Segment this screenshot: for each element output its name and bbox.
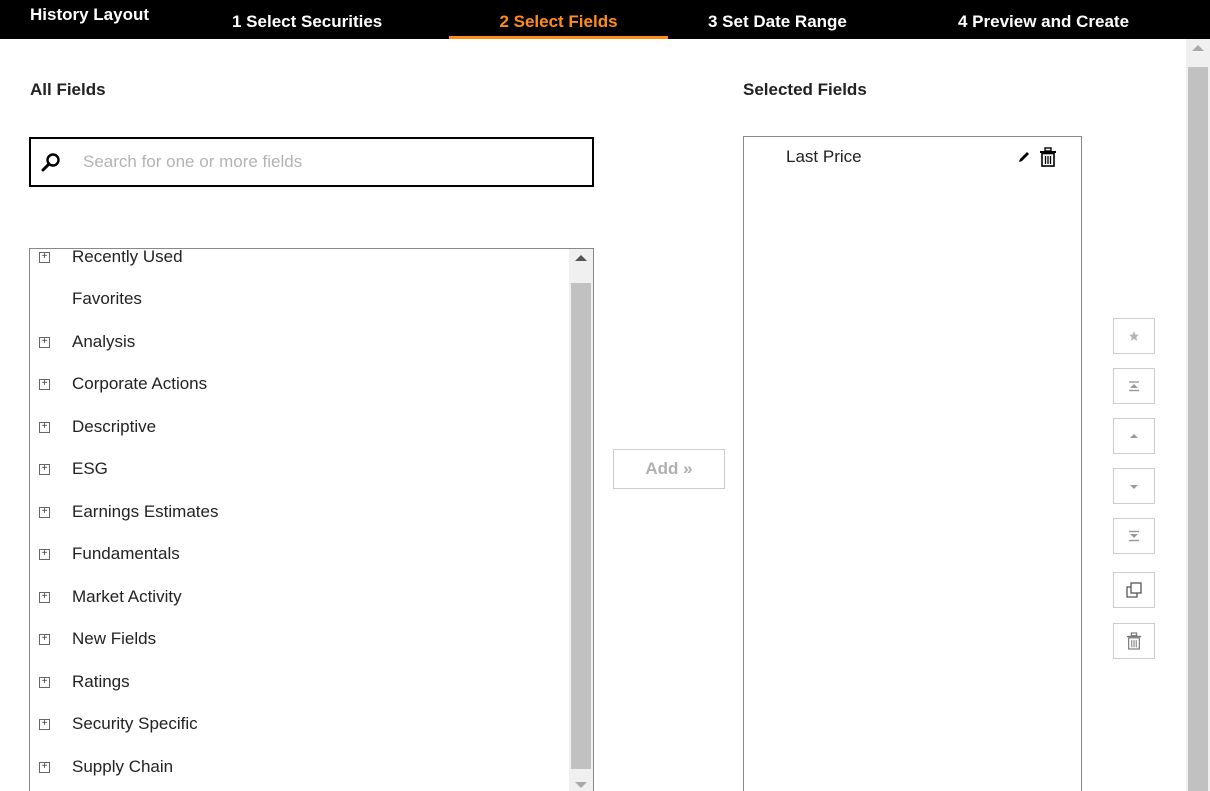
delete-button[interactable]: [1113, 623, 1155, 659]
tree-item-favorites[interactable]: Favorites: [30, 289, 570, 333]
expand-icon[interactable]: +: [39, 252, 50, 263]
star-icon: [1129, 331, 1139, 341]
duplicate-icon: [1126, 582, 1142, 598]
step-select-securities[interactable]: 1 Select Securities: [232, 0, 382, 39]
tree-item-recently-used[interactable]: + Recently Used: [30, 249, 570, 291]
tree-item-label: Descriptive: [72, 417, 157, 436]
selected-fields-heading: Selected Fields: [743, 80, 867, 99]
tree-scrollbar-thumb[interactable]: [571, 283, 591, 769]
layout-title: History Layout: [30, 5, 150, 24]
move-up-button[interactable]: [1113, 418, 1155, 454]
scroll-up-arrow-icon[interactable]: [1192, 45, 1204, 51]
tree-item-corporate-actions[interactable]: + Corporate Actions: [30, 374, 570, 418]
field-search-box: [29, 137, 594, 187]
tree-item-label: Analysis: [72, 332, 136, 351]
move-down-icon: [1130, 485, 1138, 489]
tree-item-label: Favorites: [72, 289, 142, 308]
tree-item-esg[interactable]: + ESG: [30, 459, 570, 503]
step-preview-and-create[interactable]: 4 Preview and Create: [958, 0, 1129, 39]
selected-field-label: Last Price: [786, 147, 862, 166]
add-button[interactable]: Add »: [613, 449, 725, 489]
all-fields-heading: All Fields: [30, 80, 106, 99]
selected-fields-list: Last Price: [743, 136, 1082, 791]
tree-item-ratings[interactable]: + Ratings: [30, 672, 570, 716]
move-to-top-icon: [1129, 381, 1139, 392]
tree-item-analysis[interactable]: + Analysis: [30, 332, 570, 376]
expand-icon[interactable]: +: [39, 464, 50, 475]
tree-item-label: Earnings Estimates: [72, 502, 219, 521]
all-fields-tree: + Recently Used Favorites + Analysis + C…: [29, 248, 594, 791]
scroll-down-arrow-icon[interactable]: [575, 782, 587, 788]
move-to-top-button[interactable]: [1113, 368, 1155, 404]
pencil-icon[interactable]: [1016, 149, 1032, 165]
favorite-button[interactable]: [1113, 318, 1155, 354]
scroll-up-arrow-icon[interactable]: [575, 255, 587, 261]
trash-icon: [1126, 632, 1142, 650]
selected-field-item[interactable]: Last Price: [744, 147, 1081, 173]
tree-scrollbar[interactable]: [569, 249, 593, 791]
page-scrollbar-thumb[interactable]: [1188, 67, 1208, 791]
tree-item-descriptive[interactable]: + Descriptive: [30, 417, 570, 461]
tree-item-supply-chain[interactable]: + Supply Chain: [30, 757, 570, 791]
tree-item-market-activity[interactable]: + Market Activity: [30, 587, 570, 631]
expand-icon[interactable]: +: [39, 677, 50, 688]
search-input[interactable]: [83, 149, 583, 175]
expand-icon[interactable]: +: [39, 422, 50, 433]
move-to-bottom-icon: [1129, 530, 1139, 542]
search-icon: [41, 153, 60, 172]
expand-icon[interactable]: +: [39, 379, 50, 390]
step-set-date-range[interactable]: 3 Set Date Range: [708, 0, 847, 39]
move-up-icon: [1130, 434, 1138, 438]
trash-icon[interactable]: [1039, 147, 1057, 167]
expand-icon[interactable]: +: [39, 719, 50, 730]
tree-item-new-fields[interactable]: + New Fields: [30, 629, 570, 673]
tree-item-label: Corporate Actions: [72, 374, 208, 393]
move-down-button[interactable]: [1113, 468, 1155, 504]
expand-icon[interactable]: +: [39, 634, 50, 645]
expand-icon[interactable]: +: [39, 549, 50, 560]
step-select-fields[interactable]: 2 Select Fields: [449, 0, 668, 39]
tree-item-label: Security Specific: [72, 714, 198, 733]
tree-item-label: Ratings: [72, 672, 130, 691]
tree-item-label: Fundamentals: [72, 544, 180, 563]
tree-item-label: Market Activity: [72, 587, 182, 606]
tree-item-label: New Fields: [72, 629, 157, 648]
move-to-bottom-button[interactable]: [1113, 518, 1155, 554]
tree-item-label: Supply Chain: [72, 757, 174, 776]
tree-item-fundamentals[interactable]: + Fundamentals: [30, 544, 570, 588]
tree-item-earnings-estimates[interactable]: + Earnings Estimates: [30, 502, 570, 546]
duplicate-button[interactable]: [1113, 572, 1155, 608]
tree-item-security-specific[interactable]: + Security Specific: [30, 714, 570, 758]
expand-icon[interactable]: +: [39, 762, 50, 773]
expand-icon[interactable]: +: [39, 337, 50, 348]
expand-icon[interactable]: +: [39, 507, 50, 518]
page-scrollbar[interactable]: [1186, 39, 1210, 791]
step-bar: History Layout 1 Select Securities 2 Sel…: [0, 0, 1210, 39]
expand-icon[interactable]: +: [39, 592, 50, 603]
tree-item-label: ESG: [72, 459, 108, 478]
tree-item-label: Recently Used: [72, 248, 183, 266]
